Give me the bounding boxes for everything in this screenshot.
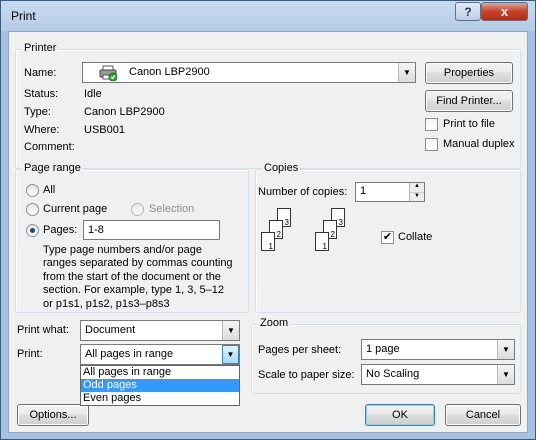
chevron-down-icon[interactable]: ▼	[497, 365, 514, 384]
spin-up-icon[interactable]: ▲	[409, 183, 424, 192]
comment-label: Comment:	[24, 141, 75, 153]
ok-button-label: OK	[392, 409, 408, 421]
page-range-all-radio[interactable]	[26, 184, 39, 197]
where-label: Where:	[24, 124, 60, 136]
printer-name-label: Name:	[24, 67, 57, 79]
page-range-selection-label[interactable]: Selection	[149, 203, 194, 215]
ok-button[interactable]: OK	[365, 404, 435, 426]
print-value: All pages in range	[85, 348, 174, 360]
window-title: Print	[11, 9, 36, 23]
help-text-line: from the start of the document or the	[43, 270, 221, 283]
copies-group-title: Copies	[262, 162, 301, 174]
page-range-selection-radio[interactable]	[131, 203, 144, 216]
collate-page: 1	[315, 232, 329, 251]
page-range-group-title: Page range	[22, 162, 83, 174]
printer-name-value: Canon LBP2900	[129, 66, 210, 78]
print-what-label: Print what:	[17, 324, 69, 336]
print-options-dropdown: All pages in range Odd pages Even pages	[80, 365, 240, 406]
check-mark-icon: ✔	[382, 231, 393, 243]
type-value: Canon LBP2900	[84, 106, 165, 118]
page-range-pages-radio[interactable]	[26, 224, 39, 237]
collate-page: 1	[261, 232, 275, 251]
pages-input[interactable]	[83, 220, 220, 240]
title-bar[interactable]: Print ? x	[1, 1, 535, 31]
manual-duplex-label[interactable]: Manual duplex	[443, 138, 515, 150]
pages-per-sheet-label: Pages per sheet:	[258, 344, 342, 356]
copies-value: 1	[360, 185, 367, 197]
scale-value: No Scaling	[366, 368, 420, 380]
chevron-down-icon[interactable]: ▼	[497, 340, 514, 359]
print-label: Print:	[17, 348, 43, 360]
type-label: Type:	[24, 106, 51, 118]
page-range-all-label[interactable]: All	[43, 184, 55, 196]
options-button[interactable]: Options...	[17, 404, 89, 426]
page-range-current-label[interactable]: Current page	[43, 203, 107, 215]
print-what-select[interactable]: Document ▼	[80, 320, 240, 341]
page-range-current-radio[interactable]	[26, 203, 39, 216]
manual-duplex-checkbox[interactable]	[425, 138, 438, 151]
help-text-line: Type page numbers and/or page	[43, 244, 203, 256]
options-button-label: Options...	[29, 409, 77, 421]
where-value: USB001	[84, 124, 125, 136]
print-to-file-label[interactable]: Print to file	[443, 118, 495, 130]
cancel-button[interactable]: Cancel	[445, 404, 521, 426]
printer-name-select[interactable]: Canon LBP2900 ▼	[82, 62, 416, 83]
spin-down-icon[interactable]: ▼	[409, 192, 424, 201]
page-range-help-text: Type page numbers and/or page ranges sep…	[43, 244, 243, 311]
collate-checkbox[interactable]: ✔	[381, 231, 394, 244]
cancel-button-label: Cancel	[465, 409, 501, 421]
status-label: Status:	[24, 88, 59, 100]
close-button[interactable]: x	[481, 2, 528, 21]
number-of-copies-label: Number of copies:	[258, 186, 348, 198]
collate-label[interactable]: Collate	[398, 231, 432, 243]
dialog-client-area: Printer Name: Canon LBP2900 ▼ Status: Id…	[8, 31, 528, 433]
status-value: Idle	[84, 88, 102, 100]
printer-icon	[99, 65, 118, 84]
scale-label: Scale to paper size:	[258, 369, 355, 381]
pages-per-sheet-value: 1 page	[366, 343, 400, 355]
print-select[interactable]: All pages in range ▼	[80, 344, 240, 365]
properties-button-label: Properties	[443, 67, 495, 79]
pages-per-sheet-select[interactable]: 1 page ▼	[361, 339, 515, 360]
print-to-file-checkbox[interactable]	[425, 118, 438, 131]
printer-group-title: Printer	[22, 42, 59, 54]
help-button[interactable]: ?	[455, 2, 481, 21]
zoom-group-title: Zoom	[258, 317, 291, 329]
print-dialog-window: Print ? x Printer Name: Canon LBP2900 ▼ …	[0, 0, 536, 440]
dropdown-option[interactable]: Even pages	[81, 392, 239, 405]
dropdown-option-highlighted[interactable]: Odd pages	[81, 379, 239, 392]
dropdown-option[interactable]: All pages in range	[81, 366, 239, 379]
scale-select[interactable]: No Scaling ▼	[361, 364, 515, 385]
help-text-line: or p1s1, p1s2, p1s3–p8s3	[43, 297, 170, 310]
chevron-down-icon[interactable]: ▼	[222, 321, 239, 340]
chevron-down-icon[interactable]: ▼	[398, 63, 415, 82]
find-printer-button[interactable]: Find Printer...	[425, 90, 513, 112]
find-printer-button-label: Find Printer...	[436, 95, 502, 107]
help-text-line: section. For example, type 1, 3, 5–12	[43, 284, 224, 297]
print-what-value: Document	[85, 324, 136, 336]
collate-illustration-2: 3 2 1	[315, 208, 365, 264]
help-text-line: ranges separated by commas counting	[43, 257, 233, 270]
properties-button[interactable]: Properties	[425, 62, 513, 84]
chevron-down-icon[interactable]: ▼	[222, 345, 239, 364]
copies-spinner[interactable]: 1 ▲ ▼	[355, 182, 425, 202]
page-range-pages-label[interactable]: Pages:	[43, 224, 77, 236]
collate-illustration-1: 3 2 1	[261, 208, 311, 264]
